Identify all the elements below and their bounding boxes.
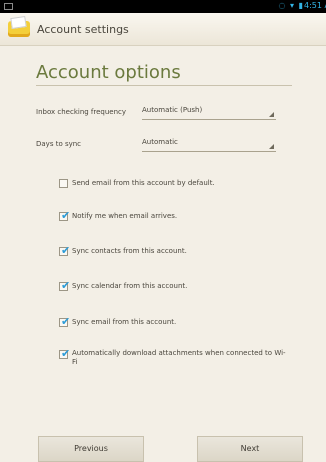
days-to-sync-label: Days to sync <box>36 140 82 148</box>
checkbox-checked[interactable]: ✔ <box>59 244 71 257</box>
next-button[interactable]: Next <box>197 436 303 462</box>
spinner-triangle-icon <box>269 112 274 117</box>
checkbox-checked[interactable]: ✔ <box>59 315 71 328</box>
days-to-sync-value: Automatic <box>142 138 178 146</box>
option-label: Sync contacts from this account. <box>72 247 187 255</box>
action-bar-title: Account settings <box>37 23 129 36</box>
email-app-icon[interactable] <box>8 21 30 37</box>
option-label: Automatically download attachments when … <box>72 349 286 366</box>
checkbox-checked[interactable]: ✔ <box>59 209 71 222</box>
action-bar: Account settings <box>0 13 326 46</box>
status-icons: ◌ ▾ ▮ <box>278 1 304 10</box>
checkmark-icon: ✔ <box>61 279 71 292</box>
inbox-frequency-label: Inbox checking frequency <box>36 108 127 116</box>
page-title: Account options <box>36 62 181 83</box>
checkmark-icon: ✔ <box>61 347 71 360</box>
option-label: Sync email from this account. <box>72 318 177 326</box>
checkbox-unchecked[interactable] <box>59 179 68 188</box>
title-divider <box>36 85 292 86</box>
status-bar: ◌ ▾ ▮ 4:51 AM <box>0 0 326 13</box>
checkmark-icon: ✔ <box>61 244 71 257</box>
checkbox-checked[interactable]: ✔ <box>59 347 71 360</box>
days-to-sync-spinner[interactable]: Automatic <box>142 137 276 152</box>
checkbox-checked[interactable]: ✔ <box>59 279 71 292</box>
inbox-frequency-spinner[interactable]: Automatic (Push) <box>142 105 276 120</box>
checkmark-icon: ✔ <box>61 209 71 222</box>
spinner-triangle-icon <box>269 144 274 149</box>
option-label: Sync calendar from this account. <box>72 282 188 290</box>
previous-button[interactable]: Previous <box>38 436 144 462</box>
option-label: Notify me when email arrives. <box>72 212 178 220</box>
checkmark-icon: ✔ <box>61 315 71 328</box>
inbox-frequency-value: Automatic (Push) <box>142 106 203 114</box>
notification-icon <box>4 3 13 10</box>
option-label: Send email from this account by default. <box>72 179 215 187</box>
status-time: 4:51 AM <box>304 1 326 10</box>
